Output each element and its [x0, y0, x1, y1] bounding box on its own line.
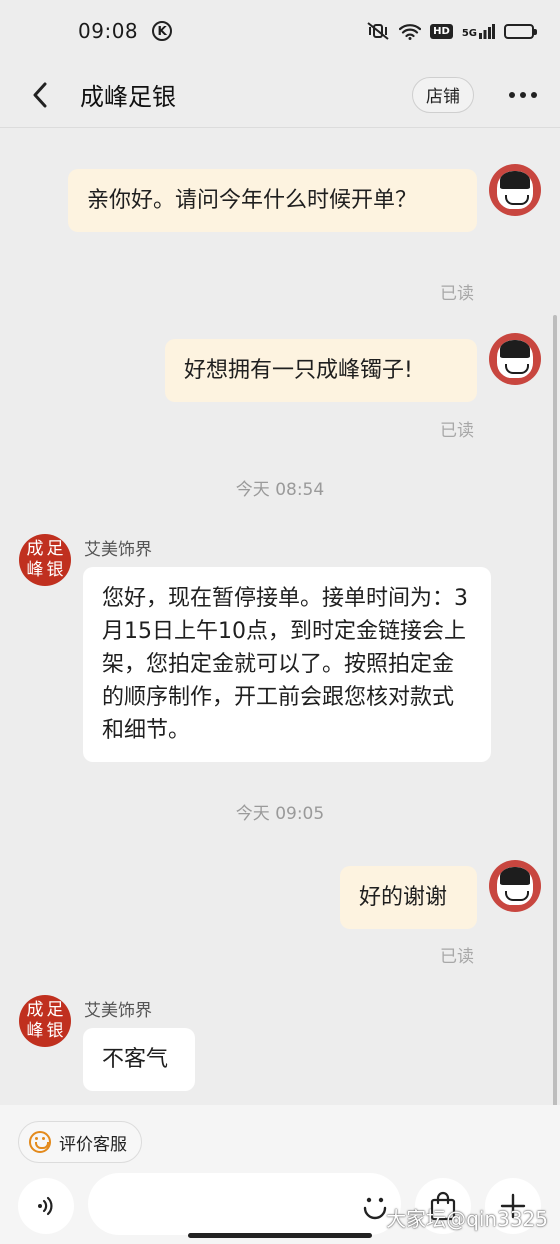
scrollbar[interactable]	[553, 315, 557, 1235]
status-icons: HD 5G	[366, 22, 537, 40]
status-bar: 09:08 K HD 5G	[0, 0, 560, 62]
rate-service-button[interactable]: 评价客服	[18, 1121, 142, 1163]
message-bubble-outgoing[interactable]: 亲你好。请问今年什么时候开单？	[68, 169, 477, 232]
shop-avatar-char: 成	[26, 539, 44, 559]
wifi-icon	[399, 23, 422, 40]
cellular-signal-icon: 5G	[462, 23, 495, 39]
user-avatar[interactable]	[489, 164, 541, 216]
shop-avatar-char: 成	[26, 1000, 44, 1020]
smiley-icon	[29, 1131, 51, 1153]
rate-service-label: 评价客服	[59, 1134, 127, 1155]
bottom-input-bar: 评价客服 大家坛@qin3325	[0, 1105, 560, 1244]
chevron-left-icon	[33, 82, 47, 107]
more-dot-icon	[520, 91, 526, 98]
user-avatar[interactable]	[489, 333, 541, 385]
hd-icon: HD	[430, 23, 453, 39]
shop-avatar[interactable]: 成 足 峰 银	[19, 995, 71, 1047]
read-status: 已读	[440, 947, 474, 967]
shop-button[interactable]: 店铺	[412, 76, 474, 113]
read-status: 已读	[440, 284, 474, 304]
shop-avatar-char: 峰	[26, 1021, 44, 1041]
back-button[interactable]	[20, 75, 60, 115]
shop-avatar-char: 足	[46, 539, 64, 559]
shop-avatar-char: 银	[46, 1021, 64, 1041]
home-indicator[interactable]	[188, 1233, 372, 1238]
sender-name: 艾美饰界	[84, 540, 152, 560]
page-title: 成峰足银	[80, 83, 176, 111]
chat-area[interactable]: 亲你好。请问今年什么时候开单？ 已读 好想拥有一只成峰镯子! 已读 今天 08:…	[0, 129, 560, 1235]
more-options-button[interactable]	[498, 75, 548, 115]
more-dot-icon	[509, 91, 515, 98]
more-dot-icon	[531, 91, 537, 98]
voice-icon	[38, 1196, 53, 1216]
shop-avatar-char: 峰	[26, 560, 44, 580]
shop-avatar-char: 银	[46, 560, 64, 580]
message-bubble-outgoing[interactable]: 好想拥有一只成峰镯子!	[165, 339, 477, 402]
k-app-icon: K	[152, 21, 173, 41]
user-avatar[interactable]	[489, 860, 541, 912]
watermark: 大家坛@qin3325	[386, 1207, 548, 1231]
voice-input-button[interactable]	[18, 1178, 74, 1234]
read-status: 已读	[440, 421, 474, 441]
shop-avatar-char: 足	[46, 1000, 64, 1020]
message-bubble-outgoing[interactable]: 好的谢谢	[340, 866, 477, 929]
sender-name: 艾美饰界	[84, 1001, 152, 1021]
message-bubble-incoming[interactable]: 您好，现在暂停接单。接单时间为：3月15日上午10点，到时定金链接会上架，您拍定…	[83, 567, 491, 762]
chat-header: 成峰足银 店铺	[0, 62, 560, 128]
shop-avatar[interactable]: 成 足 峰 银	[19, 534, 71, 586]
time-separator: 今天 09:05	[235, 804, 325, 824]
time-separator: 今天 08:54	[235, 480, 325, 500]
mute-vibrate-icon	[367, 22, 389, 40]
signal-type: 5G	[461, 28, 477, 39]
message-bubble-incoming[interactable]: 不客气	[83, 1028, 195, 1091]
status-time: 09:08	[78, 19, 139, 43]
battery-icon	[504, 23, 537, 39]
